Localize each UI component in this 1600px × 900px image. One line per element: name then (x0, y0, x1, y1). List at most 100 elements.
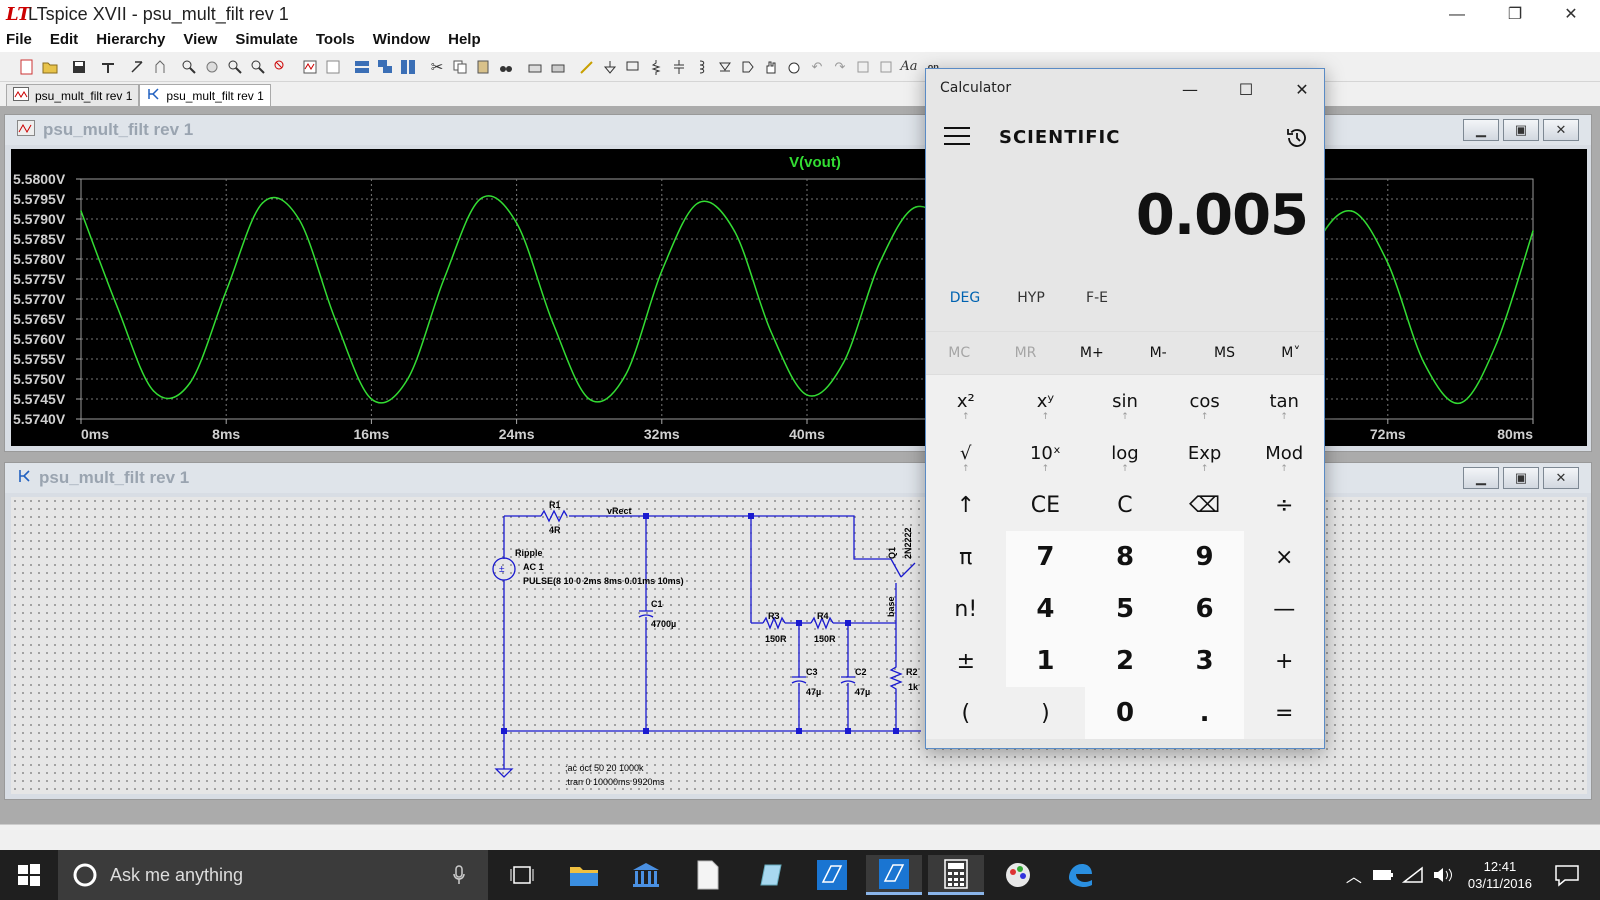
schematic-close-button[interactable]: ✕ (1543, 467, 1579, 489)
tab-waveform[interactable]: psu_mult_filt rev 1 (6, 84, 140, 106)
menu-file[interactable]: File (6, 30, 32, 52)
component-icon[interactable] (737, 56, 759, 78)
capacitor-icon[interactable] (668, 56, 690, 78)
zoom-full-icon[interactable] (247, 56, 269, 78)
waveform-minimize-button[interactable]: ▁ (1463, 119, 1499, 141)
calc-key-9-button[interactable]: 9 (1164, 531, 1245, 583)
cortana-search-box[interactable]: Ask me anything (58, 850, 488, 900)
cut-icon[interactable]: ✂ (426, 56, 448, 78)
menu-hierarchy[interactable]: Hierarchy (96, 30, 165, 52)
calc-key-Exp-button[interactable]: Exp ↑ (1164, 427, 1245, 479)
calc-key-Mod-button[interactable]: Mod ↑ (1244, 427, 1324, 479)
resistor-icon[interactable] (645, 56, 667, 78)
tile-vertical-icon[interactable] (397, 56, 419, 78)
schematic-maximize-button[interactable]: ▣ (1503, 467, 1539, 489)
show-hidden-icons-chevron-icon[interactable]: ︿ (1346, 863, 1362, 887)
microphone-icon[interactable] (452, 865, 466, 887)
calc-key-log-button[interactable]: log ↑ (1085, 427, 1165, 479)
document-icon[interactable] (680, 855, 736, 895)
calc-key-sym5-button[interactable]: √ ↑ (926, 427, 1006, 479)
halt-icon[interactable] (149, 56, 171, 78)
calc-key-CE-button[interactable]: CE (1005, 479, 1086, 531)
calc-key-n-button[interactable]: n! (926, 583, 1006, 635)
memory-list-button[interactable]: M˅ (1258, 332, 1324, 374)
save-icon[interactable] (68, 56, 90, 78)
calculator-maximize-button[interactable]: ☐ (1226, 77, 1266, 103)
notes-app-icon[interactable] (742, 855, 798, 895)
calc-key-7-button[interactable]: 7 (1005, 531, 1086, 583)
calc-key-sym34-button[interactable]: = (1244, 687, 1324, 739)
calc-key-sym33-button[interactable]: . (1164, 687, 1245, 739)
start-button[interactable] (0, 850, 58, 900)
autorange-icon[interactable] (299, 56, 321, 78)
memory-subtract-button[interactable]: M- (1125, 332, 1191, 374)
waveform-close-button[interactable]: ✕ (1543, 119, 1579, 141)
cascade-icon[interactable] (374, 56, 396, 78)
calc-key-4-button[interactable]: 4 (1005, 583, 1086, 635)
new-schematic-icon[interactable] (16, 56, 38, 78)
find-icon[interactable] (495, 56, 517, 78)
file-explorer-icon[interactable] (556, 855, 612, 895)
undo-icon[interactable]: ↶ (806, 56, 828, 78)
copy-icon[interactable] (449, 56, 471, 78)
wifi-icon[interactable] (1401, 866, 1424, 884)
move-icon[interactable] (760, 56, 782, 78)
menu-window[interactable]: Window (373, 30, 430, 52)
calculator-minimize-button[interactable]: — (1170, 77, 1210, 103)
schematic-minimize-button[interactable]: ▁ (1463, 467, 1499, 489)
clock[interactable]: 12:41 03/11/2016 (1468, 858, 1532, 892)
calc-key-sym25-button[interactable]: ± (926, 635, 1006, 687)
calc-key-C-button[interactable]: C (1085, 479, 1165, 531)
calc-key-5-button[interactable]: 5 (1085, 583, 1165, 635)
calc-key-6-button[interactable]: 6 (1164, 583, 1245, 635)
waveform-plot[interactable]: 0ms8ms16ms24ms32ms40ms48ms56ms64ms72ms80… (11, 149, 1587, 446)
pan-icon[interactable] (201, 56, 223, 78)
calc-key-1-button[interactable]: 1 (1005, 635, 1086, 687)
menu-tools[interactable]: Tools (316, 30, 355, 52)
calc-key-sym29-button[interactable]: + (1244, 635, 1324, 687)
print-setup-icon[interactable] (524, 56, 546, 78)
hyp-button[interactable]: HYP (998, 281, 1064, 331)
calc-key-x-button[interactable]: x² ↑ (926, 375, 1006, 427)
calc-key-10-button[interactable]: 10ˣ ↑ (1005, 427, 1086, 479)
zoom-in-icon[interactable] (178, 56, 200, 78)
calc-key-sym30-button[interactable]: ( (926, 687, 1006, 739)
calc-key-8-button[interactable]: 8 (1085, 531, 1165, 583)
volume-icon[interactable] (1432, 866, 1454, 884)
memory-add-button[interactable]: M+ (1059, 332, 1125, 374)
calculator-app-icon[interactable] (928, 855, 984, 895)
calc-key-sym24-button[interactable]: — (1244, 583, 1324, 635)
task-view-icon[interactable] (494, 855, 550, 895)
calc-key-3-button[interactable]: 3 (1164, 635, 1245, 687)
hamburger-menu-icon[interactable] (944, 127, 970, 147)
text-icon[interactable]: Aa (898, 56, 920, 78)
delete-pane-icon[interactable] (322, 56, 344, 78)
calc-key-cos-button[interactable]: cos ↑ (1164, 375, 1245, 427)
ground-icon[interactable] (599, 56, 621, 78)
library-icon[interactable] (618, 855, 674, 895)
memory-store-button[interactable]: MS (1191, 332, 1257, 374)
ltspice-iv-icon[interactable] (804, 855, 860, 895)
redo-icon[interactable]: ↷ (829, 56, 851, 78)
action-center-icon[interactable] (1554, 863, 1580, 887)
run-icon[interactable] (126, 56, 148, 78)
deg-button[interactable]: DEG (932, 281, 998, 331)
calc-key-sym15-button[interactable]: π (926, 531, 1006, 583)
menu-view[interactable]: View (183, 30, 217, 52)
waveform-window-titlebar[interactable]: psu_mult_filt rev 1 (5, 115, 1591, 145)
diode-icon[interactable] (714, 56, 736, 78)
drag-icon[interactable] (783, 56, 805, 78)
history-icon[interactable] (1284, 125, 1310, 151)
rotate-icon[interactable] (852, 56, 874, 78)
minimize-button[interactable]: — (1434, 2, 1480, 28)
calc-key-sym31-button[interactable]: ) (1005, 687, 1086, 739)
calculator-titlebar[interactable]: Calculator — ☐ ✕ (926, 69, 1324, 111)
waveform-maximize-button[interactable]: ▣ (1503, 119, 1539, 141)
calc-key-sym14-button[interactable]: ÷ (1244, 479, 1324, 531)
label-net-icon[interactable] (622, 56, 644, 78)
calc-key-0-button[interactable]: 0 (1085, 687, 1165, 739)
memory-recall-button[interactable]: MR (992, 332, 1058, 374)
tab-schematic[interactable]: psu_mult_filt rev 1 (139, 84, 271, 106)
paint-app-icon[interactable] (990, 855, 1046, 895)
menu-simulate[interactable]: Simulate (235, 30, 298, 52)
